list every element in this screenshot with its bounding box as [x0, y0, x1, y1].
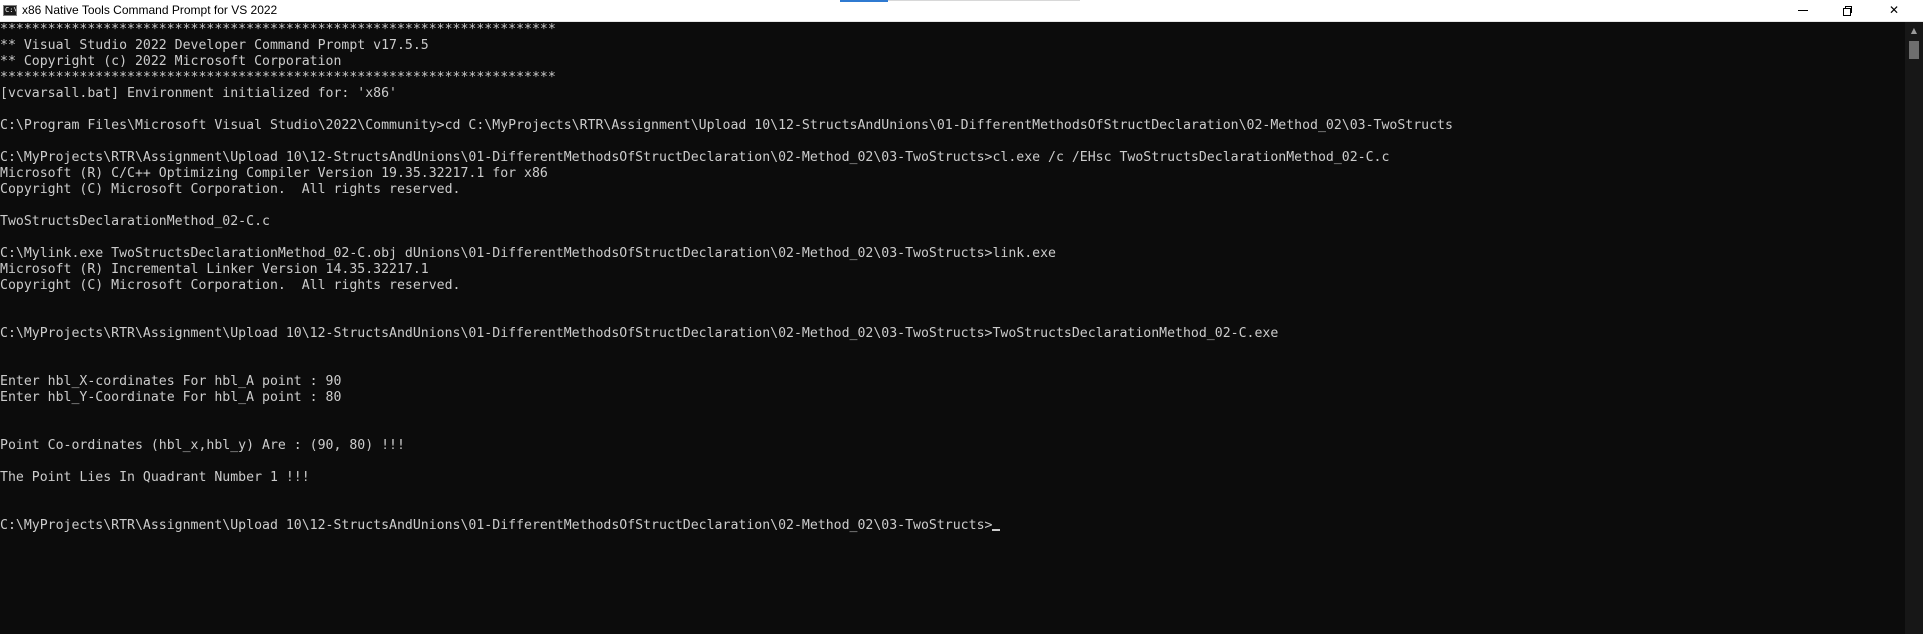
- title-bar-divider: [888, 0, 1080, 1]
- title-bar[interactable]: C:\ x86 Native Tools Command Prompt for …: [0, 0, 1923, 22]
- console-line: Enter hbl_X-cordinates For hbl_A point :…: [0, 374, 342, 389]
- console-line: Microsoft (R) C/C++ Optimizing Compiler …: [0, 166, 548, 181]
- console-line: C:\MyProjects\RTR\Assignment\Upload 10\1…: [0, 326, 1279, 341]
- console-prompt-line: C:\MyProjects\RTR\Assignment\Upload 10\1…: [0, 518, 1905, 534]
- console-line: Point Co-ordinates (hbl_x,hbl_y) Are : (…: [0, 438, 405, 453]
- console-line: Microsoft (R) Incremental Linker Version…: [0, 262, 429, 277]
- close-icon: ✕: [1888, 3, 1900, 17]
- console-app-icon[interactable]: C:\: [3, 5, 17, 16]
- console-line: [vcvarsall.bat] Environment initialized …: [0, 86, 397, 101]
- vertical-scrollbar[interactable]: ▲: [1905, 22, 1923, 634]
- console-line: Enter hbl_Y-Coordinate For hbl_A point :…: [0, 390, 342, 405]
- minimize-icon: [1798, 10, 1808, 11]
- console-line: ****************************************…: [0, 70, 556, 85]
- console-line: ** Copyright (c) 2022 Microsoft Corporat…: [0, 54, 342, 69]
- console-line: ** Visual Studio 2022 Developer Command …: [0, 38, 429, 53]
- close-button[interactable]: ✕: [1871, 0, 1917, 21]
- scrollbar-thumb[interactable]: [1909, 41, 1919, 59]
- restore-icon: [1843, 5, 1853, 16]
- console-output[interactable]: ****************************************…: [0, 22, 1905, 634]
- console-line: ****************************************…: [0, 22, 556, 37]
- console-line: C:\MyProjects\RTR\Assignment\Upload 10\1…: [0, 150, 1390, 165]
- command-prompt-window: C:\ x86 Native Tools Command Prompt for …: [0, 0, 1923, 634]
- console-line: TwoStructsDeclarationMethod_02-C.c: [0, 214, 270, 229]
- title-bar-accent: [840, 0, 888, 2]
- window-title: x86 Native Tools Command Prompt for VS 2…: [22, 3, 278, 17]
- text-cursor: [992, 529, 1001, 531]
- minimize-button[interactable]: [1780, 0, 1826, 21]
- scroll-up-arrow-icon[interactable]: ▲: [1905, 22, 1923, 39]
- console-line: Copyright (C) Microsoft Corporation. All…: [0, 182, 461, 197]
- console-line: C:\Program Files\Microsoft Visual Studio…: [0, 118, 1453, 133]
- console-line: C:\Mylink.exe TwoStructsDeclarationMetho…: [0, 246, 1056, 261]
- restore-button[interactable]: [1825, 0, 1871, 21]
- console-line: The Point Lies In Quadrant Number 1 !!!: [0, 470, 310, 485]
- console-line: Copyright (C) Microsoft Corporation. All…: [0, 278, 461, 293]
